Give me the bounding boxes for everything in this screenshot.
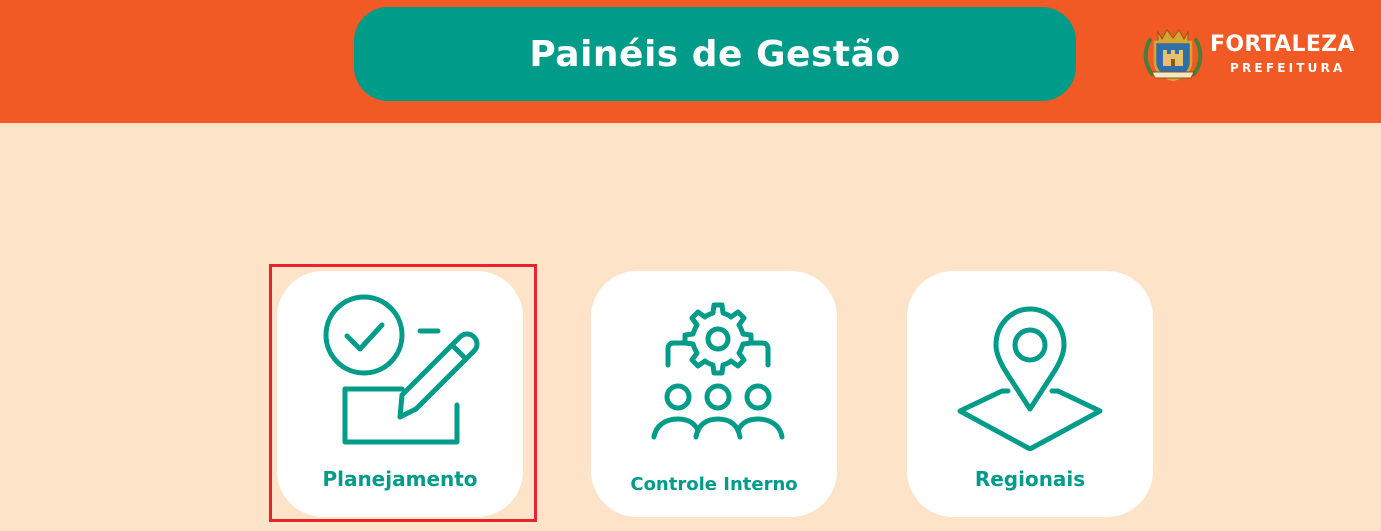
main-content: Planejamento Controle Interno Regionais: [0, 123, 1381, 531]
controle-interno-card[interactable]: Controle Interno: [591, 271, 837, 517]
logo-subtitle: PREFEITURA: [1230, 61, 1346, 75]
team-gear-icon: [651, 302, 785, 440]
page: Painéis de Gestão FORTALEZA PREFEITURA P…: [0, 0, 1381, 531]
header-bar: Painéis de Gestão FORTALEZA PREFEITURA: [0, 0, 1381, 123]
page-title: Painéis de Gestão: [529, 33, 901, 75]
controle-interno-label: Controle Interno: [630, 474, 798, 495]
coat-of-arms-icon: [1143, 29, 1203, 82]
fortaleza-logo: FORTALEZA PREFEITURA: [1138, 22, 1370, 86]
map-pin-icon: [957, 306, 1103, 451]
regionais-label: Regionais: [974, 467, 1086, 491]
checklist-edit-icon: [323, 294, 480, 445]
planejamento-label: Planejamento: [322, 467, 478, 491]
logo-name: FORTALEZA: [1210, 32, 1355, 57]
page-title-banner: Painéis de Gestão: [354, 7, 1076, 101]
regionais-card[interactable]: Regionais: [907, 271, 1153, 517]
planejamento-card[interactable]: Planejamento: [277, 271, 523, 517]
